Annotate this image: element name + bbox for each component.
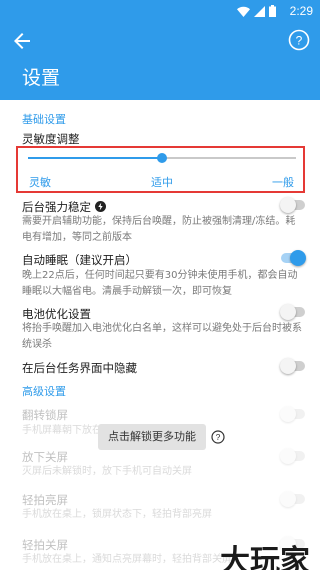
slider-fill — [28, 157, 162, 159]
page-title: 设置 — [22, 67, 61, 89]
toggle-auto-sleep[interactable] — [280, 250, 306, 266]
help-circle-icon[interactable]: ? — [288, 29, 310, 51]
unlock-more-button[interactable]: 点击解锁更多功能 — [98, 424, 206, 450]
slider-thumb[interactable] — [157, 153, 167, 163]
svg-text:?: ? — [216, 432, 221, 442]
sensitivity-label-high: 灵敏 — [29, 176, 51, 189]
toggle-flip-lock[interactable] — [280, 406, 306, 422]
section-title-basic: 基础设置 — [22, 113, 66, 126]
row-title-flip-lock: 翻转锁屏 — [22, 408, 68, 422]
toggle-tap-wake[interactable] — [280, 491, 306, 507]
section-title-advanced: 高级设置 — [22, 385, 66, 398]
row-title-battery-optimization: 电池优化设置 — [22, 307, 91, 321]
watermark-logo: 大玩家 — [220, 544, 310, 570]
toggle-hide-recents[interactable] — [280, 358, 306, 374]
status-icons — [237, 5, 276, 17]
status-time: 2:29 — [289, 4, 313, 18]
row-title-tap-off: 轻拍关屏 — [22, 538, 68, 552]
arrow-back-icon[interactable] — [10, 29, 34, 53]
sensitivity-label-medium: 适中 — [151, 176, 173, 189]
app-bar: ? 设置 — [0, 24, 320, 100]
help-circle-icon[interactable]: ? — [211, 430, 225, 444]
signal-icon — [254, 5, 265, 17]
wifi-icon — [237, 6, 250, 17]
row-title-text: 后台强力稳定 — [22, 200, 91, 214]
toggle-put-down-off[interactable] — [280, 448, 306, 464]
row-title-put-down-off: 放下关屏 — [22, 450, 68, 464]
sensitivity-title: 灵敏度调整 — [22, 132, 80, 146]
sensitivity-label-normal: 一般 — [272, 176, 294, 189]
row-title-auto-sleep: 自动睡眠（建议开启） — [22, 253, 137, 267]
row-title-tap-wake: 轻拍亮屏 — [22, 493, 68, 507]
status-bar: 2:29 — [0, 0, 320, 24]
row-desc-background-stable: 需要开启辅助功能，保持后台唤醒，防止被强制清理/冻结。耗电有增加，等同之前版本 — [22, 216, 296, 243]
battery-icon — [269, 5, 276, 17]
row-desc-battery-optimization: 将抬手唤醒加入电池优化白名单，这样可以避免处于后台时被系统误杀 — [22, 323, 302, 350]
toggle-background-stable[interactable] — [280, 197, 306, 213]
bolt-icon — [94, 201, 106, 212]
row-desc-put-down-off: 灭屏后未解锁时，放下手机可自动关屏 — [22, 466, 192, 477]
row-title-background-stable: 后台强力稳定 — [22, 199, 106, 215]
row-title-hide-recents: 在后台任务界面中隐藏 — [22, 361, 137, 375]
row-desc-auto-sleep: 晚上22点后，任何时间起只要有30分钟未使用手机，都会自动睡眠以大幅省电。清晨手… — [22, 270, 298, 297]
toggle-battery-optimization[interactable] — [280, 304, 306, 320]
settings-content: 基础设置 灵敏度调整 灵敏 适中 一般 后台强力稳定 需要开启辅助功能，保持后台… — [0, 100, 320, 570]
row-desc-tap-wake: 手机放在桌上，锁屏状态下，轻拍背部亮屏 — [22, 509, 212, 520]
sensitivity-highlight: 灵敏 适中 一般 — [16, 146, 305, 193]
svg-text:?: ? — [296, 34, 303, 48]
sensitivity-slider[interactable] — [28, 153, 296, 163]
